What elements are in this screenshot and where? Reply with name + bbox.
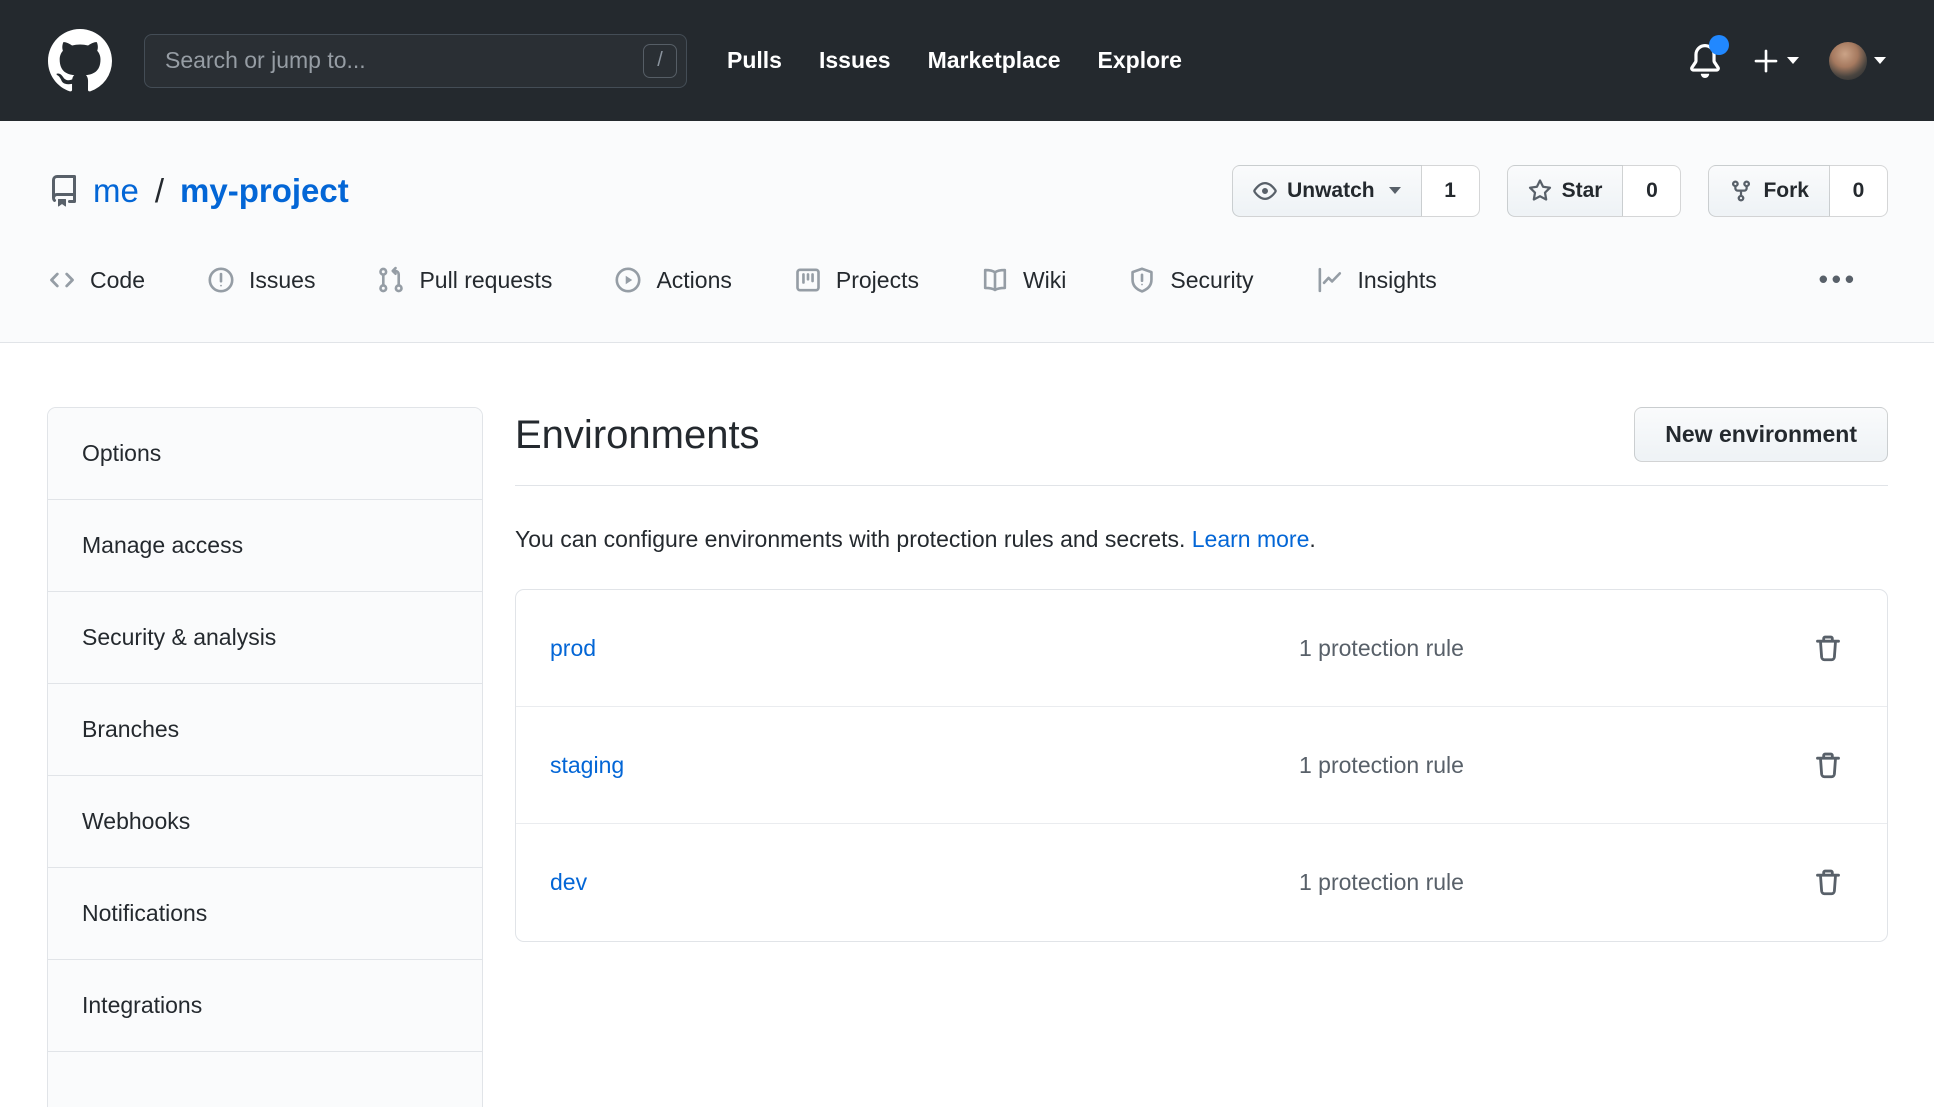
breadcrumb-repo-link[interactable]: my-project <box>180 172 349 210</box>
environments-panel: Environments New environment You can con… <box>515 407 1888 1107</box>
environment-link-dev[interactable]: dev <box>550 869 1299 896</box>
protection-rule-count: 1 protection rule <box>1299 635 1809 662</box>
repo-actions: Unwatch 1 Star 0 <box>1232 165 1888 217</box>
nav-explore[interactable]: Explore <box>1098 47 1182 74</box>
create-new-button[interactable] <box>1752 47 1799 75</box>
page-description: You can configure environments with prot… <box>515 523 1888 555</box>
star-count[interactable]: 0 <box>1623 165 1681 217</box>
breadcrumb-owner-link[interactable]: me <box>93 172 139 210</box>
shield-icon <box>1128 266 1156 294</box>
search-input[interactable] <box>144 34 687 88</box>
nav-issues[interactable]: Issues <box>819 47 891 74</box>
sidebar-item-webhooks[interactable]: Webhooks <box>48 776 482 868</box>
tab-insights[interactable]: Insights <box>1316 252 1437 320</box>
description-period: . <box>1309 526 1315 552</box>
plus-icon <box>1752 47 1780 75</box>
unwatch-button[interactable]: Unwatch <box>1232 165 1422 217</box>
environment-row-prod: prod 1 protection rule <box>516 590 1887 707</box>
avatar <box>1829 42 1867 80</box>
graph-icon <box>1316 266 1344 294</box>
environment-link-prod[interactable]: prod <box>550 635 1299 662</box>
sidebar-item-partial <box>48 1052 482 1077</box>
book-icon <box>981 266 1009 294</box>
tab-actions[interactable]: Actions <box>614 252 731 320</box>
top-header: / Pulls Issues Marketplace Explore <box>0 0 1934 121</box>
protection-rule-count: 1 protection rule <box>1299 752 1809 779</box>
new-environment-button[interactable]: New environment <box>1634 407 1888 462</box>
star-button[interactable]: Star <box>1507 165 1624 217</box>
repo-tabs: Code Issues Pull requests <box>48 252 1888 320</box>
chevron-down-icon <box>1389 187 1401 194</box>
eye-icon <box>1253 179 1277 203</box>
environment-row-staging: staging 1 protection rule <box>516 707 1887 824</box>
sidebar-item-branches[interactable]: Branches <box>48 684 482 776</box>
chevron-down-icon <box>1874 57 1886 64</box>
slash-shortcut-key: / <box>643 44 677 78</box>
user-menu-button[interactable] <box>1829 42 1886 80</box>
github-logo-icon[interactable] <box>48 29 112 93</box>
fork-button[interactable]: Fork <box>1708 165 1830 217</box>
fork-count[interactable]: 0 <box>1830 165 1888 217</box>
play-circle-icon <box>614 266 642 294</box>
breadcrumb: me / my-project <box>48 172 349 210</box>
tab-wiki[interactable]: Wiki <box>981 252 1066 320</box>
environment-link-staging[interactable]: staging <box>550 752 1299 779</box>
page-title: Environments <box>515 411 760 459</box>
tab-projects[interactable]: Projects <box>794 252 919 320</box>
nav-pulls[interactable]: Pulls <box>727 47 782 74</box>
delete-environment-button[interactable] <box>1809 628 1847 669</box>
repo-header: me / my-project Unwatch 1 <box>0 121 1934 343</box>
watch-count[interactable]: 1 <box>1422 165 1480 217</box>
breadcrumb-separator: / <box>152 172 167 210</box>
chevron-down-icon <box>1787 57 1799 64</box>
delete-environment-button[interactable] <box>1809 745 1847 786</box>
environment-row-dev: dev 1 protection rule <box>516 824 1887 941</box>
repo-icon <box>48 175 80 207</box>
top-nav: Pulls Issues Marketplace Explore <box>727 47 1182 74</box>
star-button-group: Star 0 <box>1507 165 1682 217</box>
sidebar-item-manage-access[interactable]: Manage access <box>48 500 482 592</box>
tab-pull-requests[interactable]: Pull requests <box>377 252 552 320</box>
nav-marketplace[interactable]: Marketplace <box>928 47 1061 74</box>
protection-rule-count: 1 protection rule <box>1299 869 1809 896</box>
sidebar-item-options[interactable]: Options <box>48 408 482 500</box>
title-divider <box>515 485 1888 486</box>
notifications-button[interactable] <box>1688 44 1722 78</box>
sidebar-item-integrations[interactable]: Integrations <box>48 960 482 1052</box>
tab-issues[interactable]: Issues <box>207 252 315 320</box>
watch-button-group: Unwatch 1 <box>1232 165 1480 217</box>
tab-security[interactable]: Security <box>1128 252 1253 320</box>
settings-content: Options Manage access Security & analysi… <box>0 343 1934 1107</box>
learn-more-link[interactable]: Learn more <box>1192 526 1310 552</box>
notification-dot <box>1709 35 1729 55</box>
trash-icon <box>1813 632 1843 665</box>
trash-icon <box>1813 749 1843 782</box>
trash-icon <box>1813 866 1843 899</box>
tab-code[interactable]: Code <box>48 252 145 320</box>
project-board-icon <box>794 266 822 294</box>
delete-environment-button[interactable] <box>1809 862 1847 903</box>
fork-button-group: Fork 0 <box>1708 165 1888 217</box>
environments-list: prod 1 protection rule staging 1 protect… <box>515 589 1888 942</box>
tabs-overflow-button[interactable]: ••• <box>1819 264 1858 309</box>
fork-icon <box>1729 179 1753 203</box>
star-icon <box>1528 179 1552 203</box>
search-box: / <box>144 34 687 88</box>
description-text: You can configure environments with prot… <box>515 526 1192 552</box>
issue-icon <box>207 266 235 294</box>
code-icon <box>48 266 76 294</box>
sidebar-item-notifications[interactable]: Notifications <box>48 868 482 960</box>
pull-request-icon <box>377 266 405 294</box>
sidebar-item-security-analysis[interactable]: Security & analysis <box>48 592 482 684</box>
settings-sidebar: Options Manage access Security & analysi… <box>47 407 483 1107</box>
